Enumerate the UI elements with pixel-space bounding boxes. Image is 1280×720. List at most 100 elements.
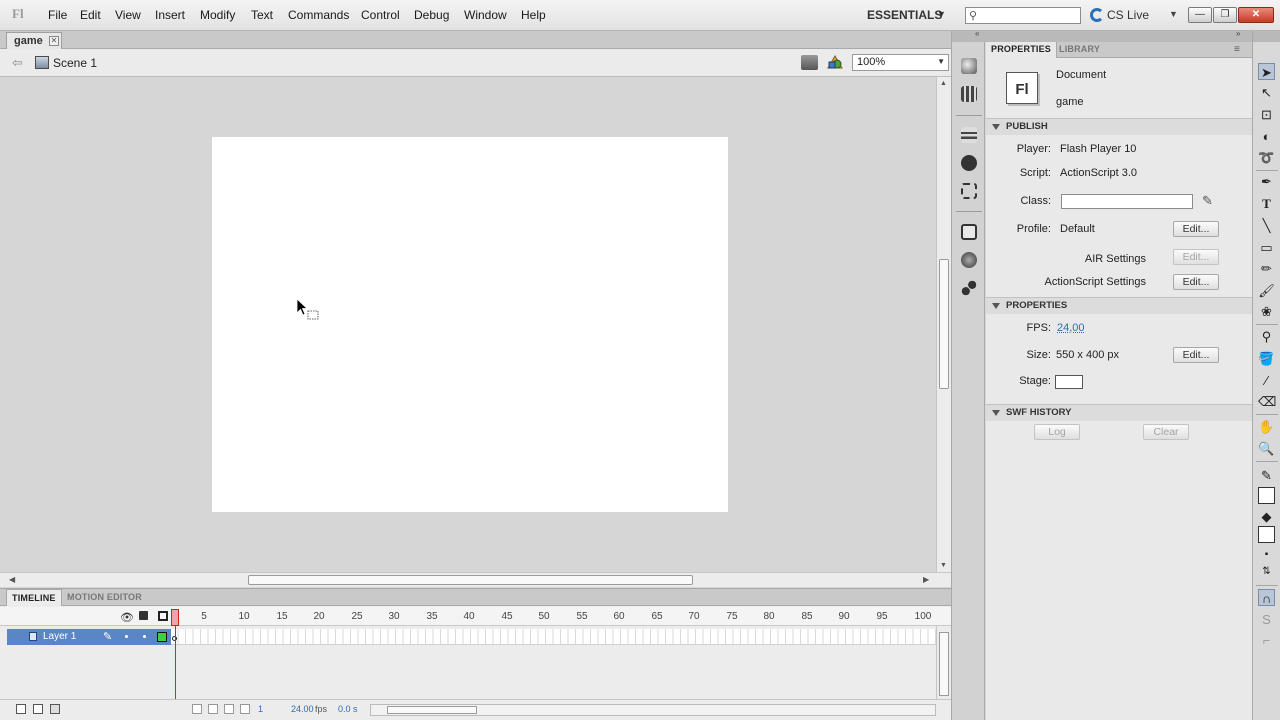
close-button[interactable]: ✕: [1238, 7, 1274, 23]
layer-outline-color[interactable]: [157, 632, 167, 642]
menu-insert[interactable]: Insert: [155, 8, 185, 22]
stage-horizontal-scrollbar[interactable]: ◀ ▶: [0, 572, 951, 587]
selection-tool-icon[interactable]: ➤: [1258, 63, 1275, 80]
fill-color-swatch[interactable]: [1258, 526, 1275, 543]
menu-debug[interactable]: Debug: [414, 8, 449, 22]
swatches-icon[interactable]: [961, 86, 977, 102]
current-frame[interactable]: 1: [258, 704, 263, 714]
actionscript-edit-button[interactable]: Edit...: [1173, 274, 1219, 290]
restore-button[interactable]: ❐: [1213, 7, 1237, 23]
cs-live-button[interactable]: CS Live: [1107, 8, 1149, 22]
scroll-right-icon[interactable]: ▶: [923, 575, 929, 584]
delete-icon[interactable]: [50, 704, 60, 714]
deco-tool-icon[interactable]: ❀: [1258, 303, 1275, 320]
new-folder-icon[interactable]: [33, 704, 43, 714]
menu-view[interactable]: View: [115, 8, 141, 22]
onion-outline-icon[interactable]: [224, 704, 234, 714]
pasteboard[interactable]: [0, 77, 936, 572]
profile-edit-button[interactable]: Edit...: [1173, 221, 1219, 237]
layer-name[interactable]: Layer 1: [43, 631, 76, 642]
stroke-color-icon[interactable]: ✎: [1258, 467, 1275, 484]
menu-modify[interactable]: Modify: [200, 8, 235, 22]
rectangle-tool-icon[interactable]: ▭: [1258, 239, 1275, 256]
timeline-vertical-scrollbar[interactable]: [936, 626, 951, 706]
panel-collapse-bar[interactable]: »: [986, 31, 1252, 42]
stage-vertical-scrollbar[interactable]: ▲ ▼: [936, 77, 951, 572]
scrollbar-thumb[interactable]: [939, 259, 949, 389]
stage[interactable]: [212, 137, 728, 512]
document-tab[interactable]: game ✕: [6, 32, 62, 49]
components-icon[interactable]: [961, 252, 977, 268]
eye-icon[interactable]: 👁: [120, 611, 134, 624]
lock-dot[interactable]: [143, 635, 146, 638]
text-tool-icon[interactable]: T: [1258, 195, 1275, 212]
edit-scene-icon[interactable]: [801, 55, 818, 70]
free-transform-tool-icon[interactable]: ⊡: [1258, 106, 1275, 123]
code-snippets-icon[interactable]: [961, 224, 977, 240]
tools-collapse-bar[interactable]: [1253, 31, 1280, 42]
motion-presets-icon[interactable]: [961, 280, 977, 296]
scrollbar-thumb[interactable]: [248, 575, 693, 585]
hand-tool-icon[interactable]: ✋: [1258, 418, 1275, 435]
zoom-select[interactable]: 100% ▼: [852, 54, 949, 71]
tab-motion-editor[interactable]: MOTION EDITOR: [62, 589, 147, 606]
eraser-tool-icon[interactable]: ⌫: [1258, 393, 1275, 410]
properties-section-header[interactable]: PROPERTIES: [986, 297, 1252, 314]
new-layer-icon[interactable]: [16, 704, 26, 714]
tab-timeline[interactable]: TIMELINE: [6, 589, 62, 606]
paint-bucket-tool-icon[interactable]: 🪣: [1258, 350, 1275, 367]
edit-symbol-icon[interactable]: [826, 54, 844, 70]
frame-grid[interactable]: [171, 629, 936, 645]
eyedropper-tool-icon[interactable]: ⁄: [1258, 372, 1275, 389]
menu-commands[interactable]: Commands: [288, 8, 349, 22]
scroll-up-icon[interactable]: ▲: [940, 80, 947, 87]
scroll-down-icon[interactable]: ▼: [940, 562, 947, 569]
3d-rotation-tool-icon[interactable]: ◐: [1258, 128, 1275, 145]
align-icon[interactable]: [961, 127, 977, 143]
tab-properties[interactable]: PROPERTIES: [986, 42, 1057, 58]
minimize-button[interactable]: —: [1188, 7, 1212, 23]
dock-collapse-bar[interactable]: «: [952, 31, 986, 42]
class-input[interactable]: [1061, 194, 1193, 209]
publish-section-header[interactable]: PUBLISH: [986, 118, 1252, 135]
chevron-down-icon[interactable]: ▼: [1169, 9, 1178, 19]
menu-edit[interactable]: Edit: [80, 8, 101, 22]
smooth-icon[interactable]: S: [1258, 611, 1275, 628]
menu-help[interactable]: Help: [521, 8, 546, 22]
menu-text[interactable]: Text: [251, 8, 273, 22]
zoom-tool-icon[interactable]: 🔍: [1258, 440, 1275, 457]
lasso-tool-icon[interactable]: ➰: [1258, 149, 1275, 166]
frame-rate[interactable]: 24.00: [291, 704, 314, 714]
timeline-horizontal-scrollbar[interactable]: [370, 704, 936, 716]
menu-window[interactable]: Window: [464, 8, 507, 22]
black-white-icon[interactable]: ▪: [1258, 546, 1275, 563]
onion-skin-icon[interactable]: [208, 704, 218, 714]
scrollbar-thumb[interactable]: [387, 706, 477, 714]
collapse-icon[interactable]: «: [975, 29, 979, 38]
brush-tool-icon[interactable]: 🖌: [1258, 282, 1275, 299]
swap-colors-icon[interactable]: ⇅: [1258, 563, 1275, 580]
menu-file[interactable]: File: [48, 8, 67, 22]
straighten-icon[interactable]: ⌐: [1258, 632, 1275, 649]
subselection-tool-icon[interactable]: ↖: [1258, 84, 1275, 101]
center-frame-icon[interactable]: [192, 704, 202, 714]
scrollbar-thumb[interactable]: [939, 632, 949, 696]
stage-color-swatch[interactable]: [1055, 375, 1083, 389]
pencil-icon[interactable]: ✎: [1202, 193, 1213, 209]
snap-to-objects-icon[interactable]: ∩: [1258, 589, 1275, 606]
back-arrow-icon[interactable]: ⇦: [12, 55, 23, 71]
fps-value[interactable]: 24,00: [1057, 322, 1085, 334]
transform-icon[interactable]: [961, 183, 977, 199]
workspace-switcher[interactable]: ESSENTIALS: [867, 8, 942, 22]
help-search-input[interactable]: ⚲: [965, 7, 1081, 24]
collapse-icon[interactable]: »: [1236, 29, 1240, 38]
lock-icon[interactable]: [139, 611, 148, 620]
tab-library[interactable]: LIBRARY: [1054, 42, 1105, 58]
playhead[interactable]: [171, 609, 179, 626]
edit-multiple-frames-icon[interactable]: [240, 704, 250, 714]
log-button[interactable]: Log: [1034, 424, 1080, 440]
line-tool-icon[interactable]: ╲: [1258, 217, 1275, 234]
panel-menu-icon[interactable]: ≡: [1234, 44, 1240, 55]
clear-button[interactable]: Clear: [1143, 424, 1189, 440]
bone-tool-icon[interactable]: ⚲: [1258, 328, 1275, 345]
